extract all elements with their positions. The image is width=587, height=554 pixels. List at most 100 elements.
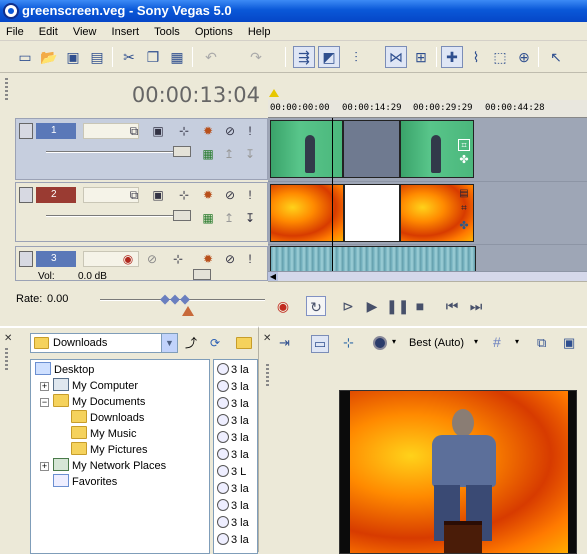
new-file-icon[interactable]: ▭ bbox=[14, 46, 36, 68]
save-snapshot-icon[interactable]: ▣ bbox=[563, 335, 575, 351]
refresh-icon[interactable]: ⟳ bbox=[206, 334, 224, 352]
tree-item-desktop[interactable]: Desktop bbox=[35, 362, 94, 378]
track-lane-1[interactable]: ⌗ ✤ bbox=[268, 118, 587, 181]
track-header-3[interactable]: 3 ◉ ⊘ ⊹ ✹ ⊘ ! Vol: 0.0 dB bbox=[15, 246, 268, 281]
list-item[interactable]: 3 la bbox=[217, 379, 249, 396]
menu-help[interactable]: Help bbox=[242, 22, 277, 41]
parent-overlay-icon[interactable]: ▣ bbox=[150, 123, 166, 139]
blank-region[interactable] bbox=[344, 184, 400, 242]
list-item[interactable]: 3 la bbox=[217, 515, 249, 532]
list-item[interactable]: 3 la bbox=[217, 362, 249, 379]
track-motion-icon[interactable]: ⊹ bbox=[170, 251, 186, 267]
cut-icon[interactable]: ✂ bbox=[118, 46, 140, 68]
preview-video-frame[interactable] bbox=[339, 390, 577, 554]
event-fx-icon[interactable]: ✤ bbox=[458, 154, 470, 166]
split-screen-icon[interactable] bbox=[373, 336, 387, 350]
tree-item-favorites[interactable]: Favorites bbox=[53, 474, 117, 490]
composite-mode-icon[interactable]: ⧉ bbox=[126, 123, 142, 139]
marker-bar[interactable] bbox=[268, 73, 587, 100]
pause-icon[interactable]: ❚❚ bbox=[386, 296, 409, 316]
mute-icon[interactable]: ⊘ bbox=[222, 187, 238, 203]
tree-item-my-computer[interactable]: My Computer bbox=[53, 378, 138, 394]
go-to-end-icon[interactable]: ⏭ bbox=[466, 296, 486, 316]
track-minimize-icon[interactable] bbox=[19, 251, 33, 267]
fire-clip[interactable]: ▤ ⌗ ✤ bbox=[400, 184, 474, 242]
solo-icon[interactable]: ! bbox=[242, 123, 258, 139]
tree-item-my-network-places[interactable]: My Network Places bbox=[53, 458, 166, 474]
track-minimize-icon[interactable] bbox=[19, 123, 33, 139]
list-item[interactable]: 3 la bbox=[217, 532, 249, 549]
menu-options[interactable]: Options bbox=[189, 22, 239, 41]
lock-envelopes-icon[interactable]: ◩ bbox=[318, 46, 340, 68]
redo-icon[interactable]: ↷ bbox=[245, 46, 267, 68]
event-fx-icon[interactable]: ✤ bbox=[458, 220, 470, 232]
pan-crop-icon[interactable]: ⌗ bbox=[458, 139, 470, 151]
move-up-icon[interactable]: ↥ bbox=[221, 210, 237, 226]
loop-playback-icon[interactable]: ↻ bbox=[306, 296, 326, 316]
go-to-start-icon[interactable]: ⏮ bbox=[442, 296, 462, 316]
up-folder-icon[interactable]: ⤴ bbox=[182, 334, 200, 352]
chevron-down-icon[interactable]: ▾ bbox=[515, 337, 519, 346]
video-clip[interactable]: ⌗ ✤ bbox=[400, 120, 474, 178]
close-panel-icon[interactable]: ✕ bbox=[4, 333, 12, 344]
overlays-grid-icon[interactable]: # bbox=[493, 334, 501, 350]
solo-icon[interactable]: ! bbox=[242, 187, 258, 203]
track-motion-icon[interactable]: ⊹ bbox=[176, 123, 192, 139]
video-fx-icon[interactable]: ⊹ bbox=[343, 335, 354, 351]
menu-tools[interactable]: Tools bbox=[148, 22, 186, 41]
normal-edit-tool-icon[interactable]: ✚ bbox=[441, 46, 463, 68]
undo-icon[interactable]: ↶ bbox=[200, 46, 222, 68]
tree-item-my-pictures[interactable]: My Pictures bbox=[71, 442, 147, 458]
rate-slider-thumb[interactable]: ◆◆◆ bbox=[160, 291, 190, 307]
collapse-icon[interactable]: − bbox=[40, 398, 49, 407]
copy-snapshot-icon[interactable]: ⧉ bbox=[537, 335, 546, 351]
invert-phase-icon[interactable]: ⊘ bbox=[144, 251, 160, 267]
file-list[interactable]: 3 la 3 la 3 la 3 la 3 la 3 la 3 L 3 la 3… bbox=[213, 359, 258, 554]
mask-icon[interactable]: ▦ bbox=[200, 210, 216, 226]
record-icon[interactable]: ◉ bbox=[273, 296, 293, 316]
parent-overlay-icon[interactable]: ▣ bbox=[150, 187, 166, 203]
preview-properties-icon[interactable]: ⇥ bbox=[279, 335, 290, 351]
track-slider-thumb[interactable] bbox=[173, 210, 191, 221]
preview-quality-dropdown[interactable]: Best (Auto) bbox=[409, 337, 464, 349]
track-lane-2[interactable]: ▤ ⌗ ✤ bbox=[268, 182, 587, 244]
tree-item-my-music[interactable]: My Music bbox=[71, 426, 136, 442]
loop-marker-icon[interactable] bbox=[269, 89, 279, 97]
tree-item-my-documents[interactable]: My Documents bbox=[53, 394, 145, 410]
external-monitor-icon[interactable]: ▭ bbox=[311, 335, 329, 353]
paste-icon[interactable]: ▦ bbox=[166, 46, 188, 68]
track-motion-icon[interactable]: ⊹ bbox=[176, 187, 192, 203]
timeline[interactable]: 00:00:00:00 00:00:14:29 00:00:29:29 00:0… bbox=[268, 73, 587, 281]
time-ruler[interactable]: 00:00:00:00 00:00:14:29 00:00:29:29 00:0… bbox=[268, 100, 587, 118]
expand-icon[interactable]: + bbox=[40, 382, 49, 391]
list-item[interactable]: 3 la bbox=[217, 447, 249, 464]
envelope-edit-tool-icon[interactable]: ⌇ bbox=[465, 46, 487, 68]
play-icon[interactable]: ▶ bbox=[362, 296, 382, 316]
timeline-scrollbar[interactable]: ◀ bbox=[268, 271, 587, 281]
list-item[interactable]: 3 la bbox=[217, 430, 249, 447]
expand-icon[interactable]: + bbox=[40, 462, 49, 471]
track-header-1[interactable]: 1 ⧉ ▣ ⊹ ✹ ⊘ ! ▦ ↥ ↧ bbox=[15, 118, 268, 180]
open-folder-icon[interactable]: 📂 bbox=[38, 46, 60, 68]
track-minimize-icon[interactable] bbox=[19, 187, 33, 203]
save-icon[interactable]: ▣ bbox=[62, 46, 84, 68]
menu-insert[interactable]: Insert bbox=[106, 22, 146, 41]
zoom-edit-tool-icon[interactable]: ⊕ bbox=[513, 46, 535, 68]
track-fx-icon[interactable]: ✹ bbox=[200, 251, 216, 267]
mute-icon[interactable]: ⊘ bbox=[222, 123, 238, 139]
track-slider-thumb[interactable] bbox=[173, 146, 191, 157]
media-fx-icon[interactable]: ▤ bbox=[458, 188, 470, 200]
mask-icon[interactable]: ▦ bbox=[200, 146, 216, 162]
menu-view[interactable]: View bbox=[67, 22, 103, 41]
list-item[interactable]: 3 la bbox=[217, 498, 249, 515]
snapping-icon[interactable]: ⊞ bbox=[410, 46, 432, 68]
chevron-down-icon[interactable]: ▼ bbox=[161, 334, 177, 352]
chevron-down-icon[interactable]: ▾ bbox=[474, 337, 478, 346]
copy-icon[interactable]: ❐ bbox=[142, 46, 164, 68]
tree-item-downloads[interactable]: Downloads bbox=[71, 410, 144, 426]
move-up-icon[interactable]: ↥ bbox=[221, 146, 237, 162]
list-item[interactable]: 3 la bbox=[217, 413, 249, 430]
solo-icon[interactable]: ! bbox=[242, 251, 258, 267]
auto-ripple-icon[interactable]: ⇶ bbox=[293, 46, 315, 68]
arm-record-icon[interactable]: ◉ bbox=[120, 251, 136, 267]
